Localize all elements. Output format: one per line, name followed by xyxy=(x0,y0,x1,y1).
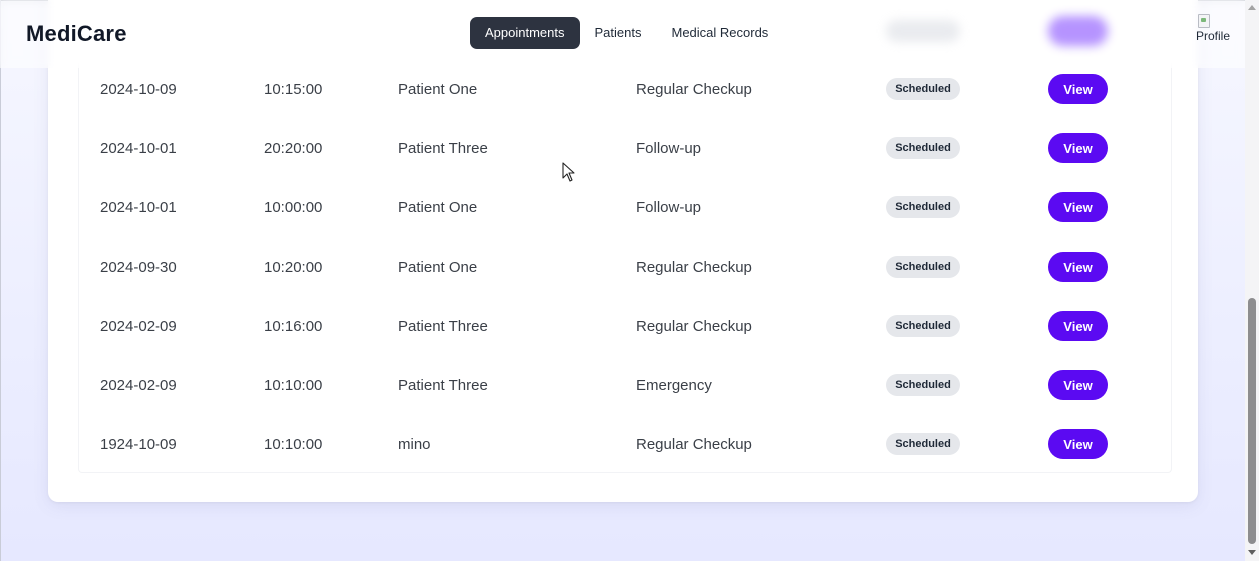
main-nav: Appointments Patients Medical Records xyxy=(470,17,783,49)
scrollbar-thumb[interactable] xyxy=(1248,298,1256,544)
appointment-type: Regular Checkup xyxy=(636,81,752,98)
view-button[interactable]: View xyxy=(1048,192,1108,222)
status-badge xyxy=(886,20,960,42)
table-row: 2024-02-09 10:10:00 Patient Three Emergency… xyxy=(0,369,1245,401)
appointment-date: 2024-10-01 xyxy=(100,199,177,216)
patient-name: mino xyxy=(398,436,431,453)
view-button[interactable]: View xyxy=(1048,133,1108,163)
status-badge: Scheduled xyxy=(886,137,960,159)
table-row: 2024-09-30 10:20:00 Patient One Regular Che… xyxy=(0,251,1245,283)
vertical-scrollbar[interactable] xyxy=(1245,0,1259,561)
appointment-type: Follow-up xyxy=(636,199,702,216)
patient-name: Patient One xyxy=(398,199,478,216)
view-button[interactable]: View xyxy=(1048,252,1108,282)
appointment-time: 10:10:00 xyxy=(264,436,323,453)
nav-medical-records[interactable]: Medical Records xyxy=(656,17,783,49)
patient-name: Patient One xyxy=(398,81,478,98)
appointment-time: 10:10:00 xyxy=(264,377,323,394)
patient-name: Patient One xyxy=(398,259,478,276)
nav-appointments[interactable]: Appointments xyxy=(470,17,580,49)
appointment-date: 2024-10-01 xyxy=(100,140,177,157)
view-button[interactable]: View xyxy=(1048,74,1108,104)
appointment-type: Regular Checkup xyxy=(636,318,752,335)
nav-patients[interactable]: Patients xyxy=(580,17,657,49)
appointment-time: 10:20:00 xyxy=(264,259,323,276)
profile-avatar[interactable]: Profile xyxy=(1196,14,1238,44)
appointment-type: Regular Checkup xyxy=(636,436,752,453)
view-button[interactable]: View xyxy=(1048,370,1108,400)
status-badge: Scheduled xyxy=(886,374,960,396)
appointment-time: 10:16:00 xyxy=(264,318,323,335)
profile-alt-text: Profile xyxy=(1196,29,1231,43)
status-badge: Scheduled xyxy=(886,196,960,218)
scroll-up-arrow-icon[interactable] xyxy=(1248,5,1256,10)
appointment-type: Emergency xyxy=(636,377,712,394)
mouse-pointer-icon xyxy=(562,162,575,182)
table-row: 2024-10-09 10:15:00 Patient One Regular Che… xyxy=(0,73,1245,105)
broken-image-icon xyxy=(1198,14,1210,28)
appointment-date: 2024-10-09 xyxy=(100,81,177,98)
patient-name: Patient Three xyxy=(398,140,488,157)
appointment-date: 2024-02-09 xyxy=(100,377,177,394)
table-row: 2024-10-01 20:20:00 Patient Three Follow-up… xyxy=(0,132,1245,164)
appointment-date: 1924-10-09 xyxy=(100,436,177,453)
appointment-date: 2024-02-09 xyxy=(100,318,177,335)
view-button[interactable]: View xyxy=(1048,429,1108,459)
table-row: 1924-10-09 10:10:00 mino Regular Checkup Sch… xyxy=(0,428,1245,460)
patient-name: Patient Three xyxy=(398,377,488,394)
appointment-date: 2024-09-30 xyxy=(100,259,177,276)
status-badge: Scheduled xyxy=(886,256,960,278)
table-row: 2024-10-01 10:00:00 Patient One Follow-up Sc… xyxy=(0,191,1245,223)
status-badge: Scheduled xyxy=(886,78,960,100)
appointment-time: 10:15:00 xyxy=(264,81,323,98)
view-button[interactable]: View xyxy=(1048,311,1108,341)
appointment-type: Follow-up xyxy=(636,140,702,157)
patient-name: Patient Three xyxy=(398,318,488,335)
view-button xyxy=(1048,16,1108,46)
status-badge: Scheduled xyxy=(886,433,960,455)
status-badge: Scheduled xyxy=(886,315,960,337)
top-navbar: MediCare Appointments Patients Medical R… xyxy=(0,0,1245,68)
table-row: 2024-02-09 10:16:00 Patient Three Regular C… xyxy=(0,310,1245,342)
appointment-type: Regular Checkup xyxy=(636,259,752,276)
app-logo[interactable]: MediCare xyxy=(26,21,127,47)
appointment-time: 20:20:00 xyxy=(264,140,323,157)
scroll-down-arrow-icon[interactable] xyxy=(1248,550,1256,555)
appointment-time: 10:00:00 xyxy=(264,199,323,216)
